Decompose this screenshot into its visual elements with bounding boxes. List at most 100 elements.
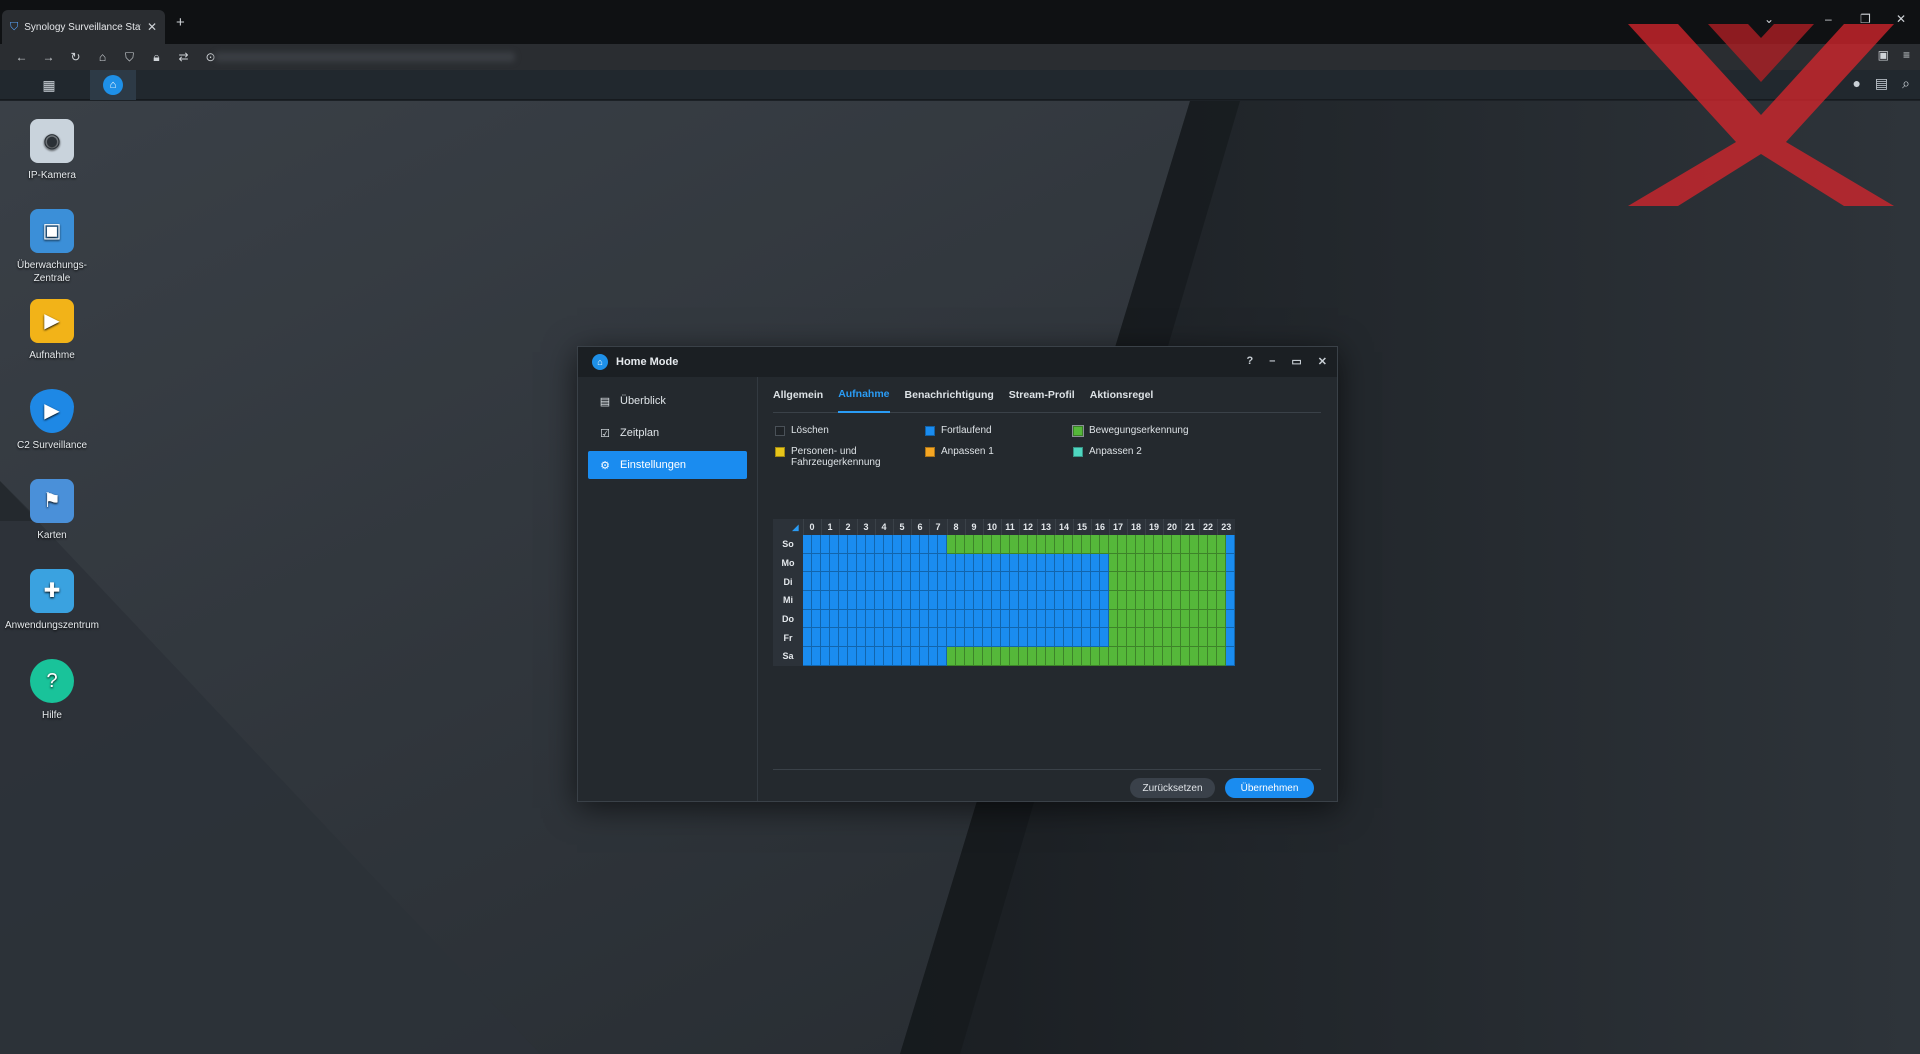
schedule-cell[interactable] [1136, 572, 1145, 592]
schedule-cell[interactable] [857, 609, 866, 629]
schedule-cell[interactable] [1145, 553, 1154, 573]
schedule-cell[interactable] [947, 591, 956, 610]
schedule-cell[interactable] [812, 553, 821, 573]
day-label[interactable]: Di [773, 572, 803, 592]
hour-header[interactable]: 17 [1108, 519, 1127, 535]
schedule-cell[interactable] [1019, 647, 1028, 666]
schedule-cell[interactable] [812, 628, 821, 648]
schedule-cell[interactable] [830, 535, 839, 554]
day-label[interactable]: Do [773, 609, 803, 629]
schedule-cell[interactable] [839, 628, 848, 648]
schedule-cell[interactable] [1190, 553, 1199, 573]
schedule-cell[interactable] [1109, 553, 1118, 573]
schedule-cell[interactable] [1217, 628, 1226, 648]
schedule-cell[interactable] [1082, 647, 1091, 666]
schedule-cell[interactable] [1055, 553, 1064, 573]
schedule-cell[interactable] [848, 591, 857, 610]
schedule-cell[interactable] [1190, 647, 1199, 666]
taskbar-home-mode[interactable]: ⌂ [90, 70, 136, 100]
schedule-cell[interactable] [1190, 535, 1199, 554]
schedule-cell[interactable] [1064, 609, 1073, 629]
schedule-cell[interactable] [1136, 535, 1145, 554]
hour-header[interactable]: 0 [802, 519, 821, 535]
schedule-cell[interactable] [875, 535, 884, 554]
schedule-cell[interactable] [911, 535, 920, 554]
schedule-cell[interactable] [956, 553, 965, 573]
schedule-cell[interactable] [1127, 591, 1136, 610]
schedule-cell[interactable] [857, 591, 866, 610]
help-button[interactable]: ? [1247, 355, 1254, 368]
tab-allgemein[interactable]: Allgemein [773, 377, 823, 413]
schedule-cell[interactable] [1073, 572, 1082, 592]
schedule-cell[interactable] [1226, 572, 1235, 592]
schedule-cell[interactable] [1181, 535, 1190, 554]
schedule-cell[interactable] [1046, 647, 1055, 666]
schedule-cell[interactable] [1154, 535, 1163, 554]
schedule-cell[interactable] [1190, 609, 1199, 629]
schedule-cell[interactable] [803, 609, 812, 629]
schedule-cell[interactable] [1037, 591, 1046, 610]
schedule-cell[interactable] [1100, 647, 1109, 666]
schedule-cell[interactable] [992, 572, 1001, 592]
schedule-cell[interactable] [812, 572, 821, 592]
schedule-cell[interactable] [1145, 572, 1154, 592]
schedule-cell[interactable] [947, 572, 956, 592]
schedule-cell[interactable] [1046, 572, 1055, 592]
schedule-cell[interactable] [857, 572, 866, 592]
schedule-cell[interactable] [920, 628, 929, 648]
schedule-cell[interactable] [902, 535, 911, 554]
schedule-cell[interactable] [929, 647, 938, 666]
schedule-cell[interactable] [839, 591, 848, 610]
schedule-cell[interactable] [929, 572, 938, 592]
schedule-cell[interactable] [1163, 609, 1172, 629]
schedule-cell[interactable] [1226, 647, 1235, 666]
schedule-cell[interactable] [1010, 609, 1019, 629]
schedule-cell[interactable] [1019, 591, 1028, 610]
hour-header[interactable]: 2 [838, 519, 857, 535]
schedule-cell[interactable] [1118, 535, 1127, 554]
schedule-cell[interactable] [1208, 609, 1217, 629]
hour-header[interactable]: 19 [1144, 519, 1163, 535]
schedule-cell[interactable] [1055, 535, 1064, 554]
desktop-icon-ip-kamera[interactable]: ◉ IP-Kamera [2, 119, 102, 182]
schedule-cell[interactable] [1082, 591, 1091, 610]
schedule-cell[interactable] [839, 535, 848, 554]
schedule-cell[interactable] [965, 572, 974, 592]
schedule-cell[interactable] [1046, 553, 1055, 573]
schedule-cell[interactable] [992, 609, 1001, 629]
schedule-cell[interactable] [965, 553, 974, 573]
schedule-cell[interactable] [821, 628, 830, 648]
schedule-cell[interactable] [920, 647, 929, 666]
schedule-cell[interactable] [1118, 591, 1127, 610]
schedule-cell[interactable] [929, 628, 938, 648]
schedule-cell[interactable] [929, 535, 938, 554]
hour-header[interactable]: 15 [1072, 519, 1091, 535]
schedule-cell[interactable] [1082, 628, 1091, 648]
schedule-cell[interactable] [938, 647, 947, 666]
schedule-cell[interactable] [992, 628, 1001, 648]
schedule-cell[interactable] [902, 591, 911, 610]
schedule-cell[interactable] [803, 647, 812, 666]
schedule-cell[interactable] [1127, 572, 1136, 592]
schedule-cell[interactable] [938, 591, 947, 610]
close-button[interactable]: ✕ [1318, 355, 1327, 368]
schedule-cell[interactable] [1172, 628, 1181, 648]
schedule-cell[interactable] [1208, 535, 1217, 554]
schedule-cell[interactable] [830, 609, 839, 629]
schedule-cell[interactable] [1136, 647, 1145, 666]
address-bar[interactable] [215, 52, 515, 62]
recording-schedule-grid[interactable]: ◢ 0 1 2 3 4 5 6 7 8 9 10 11 12 13 14 15 16 17 18 19 20 21 22 23 S… [773, 519, 1235, 666]
schedule-cell[interactable] [1001, 628, 1010, 648]
schedule-cell[interactable] [1028, 591, 1037, 610]
schedule-cell[interactable] [1019, 609, 1028, 629]
schedule-cell[interactable] [938, 628, 947, 648]
schedule-cell[interactable] [911, 591, 920, 610]
schedule-cell[interactable] [956, 647, 965, 666]
hour-header[interactable]: 13 [1036, 519, 1055, 535]
schedule-cell[interactable] [1190, 572, 1199, 592]
schedule-cell[interactable] [1082, 553, 1091, 573]
schedule-cell[interactable] [1010, 553, 1019, 573]
schedule-cell[interactable] [956, 535, 965, 554]
schedule-cell[interactable] [1028, 647, 1037, 666]
schedule-cell[interactable] [1127, 647, 1136, 666]
